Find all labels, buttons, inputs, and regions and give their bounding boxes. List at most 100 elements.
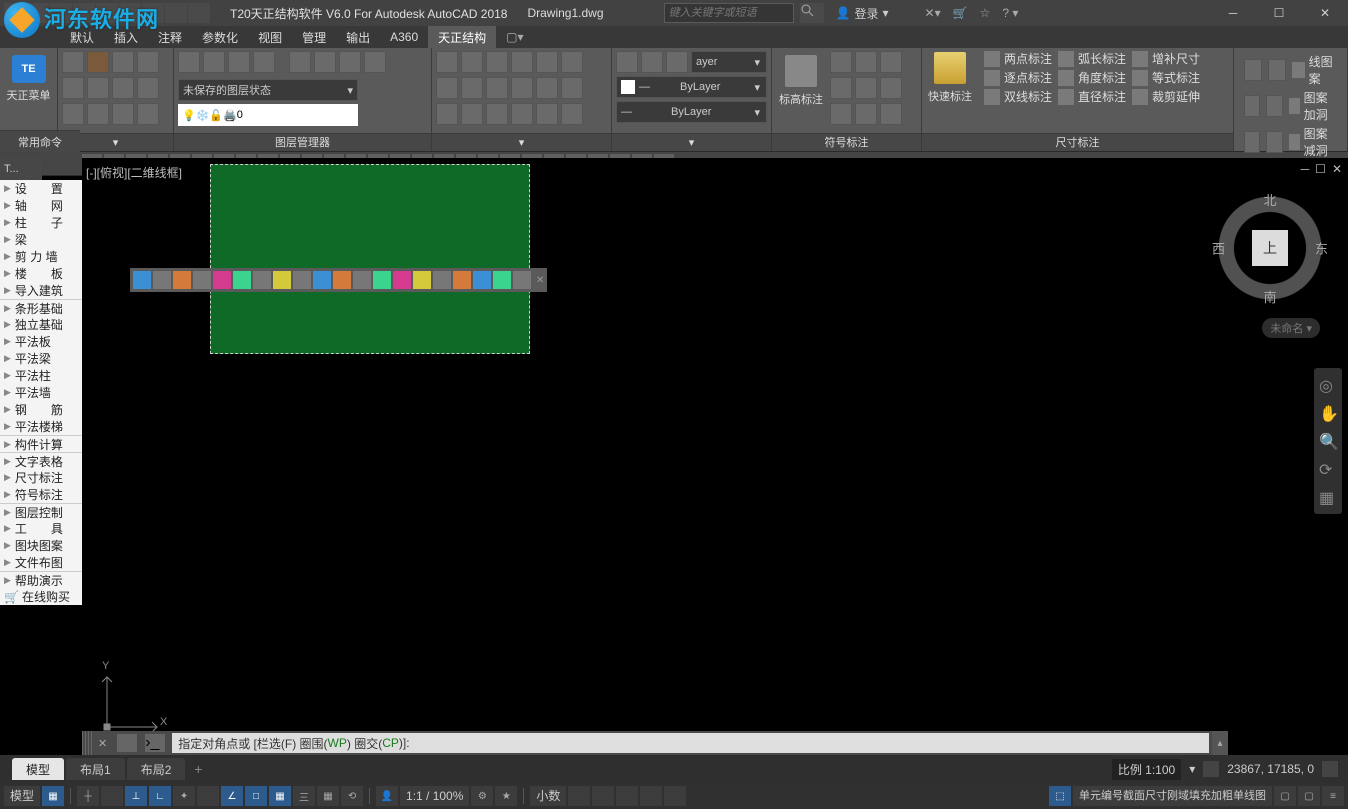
tab-a360[interactable]: A360 — [380, 27, 428, 47]
sidemenu-item[interactable]: ▶平法墙 — [0, 384, 82, 401]
dim-trim[interactable]: 裁剪延伸 — [1132, 88, 1200, 105]
tool-btn[interactable] — [561, 77, 583, 99]
sb-2d[interactable]: ▦ — [269, 786, 291, 806]
sym-btn[interactable] — [830, 103, 852, 125]
dim-add[interactable]: 增补尺寸 — [1132, 50, 1200, 67]
ft-btn[interactable] — [313, 271, 331, 289]
ft-btn[interactable] — [413, 271, 431, 289]
sb-r-btn[interactable]: ▢ — [1298, 786, 1320, 806]
sidemenu-item[interactable]: ▶钢 筋 — [0, 401, 82, 418]
layer-current-dropdown[interactable]: 💡❄️🔓🖨️ 0 — [178, 104, 358, 126]
ft-btn[interactable] — [333, 271, 351, 289]
ft-btn[interactable] — [353, 271, 371, 289]
sym-btn[interactable] — [830, 51, 852, 73]
floating-toolbar[interactable]: ✕ — [130, 268, 547, 292]
ft-btn[interactable] — [273, 271, 291, 289]
ft-btn[interactable] — [193, 271, 211, 289]
viewcube-top[interactable]: 上 — [1252, 230, 1288, 266]
sb-customize-icon[interactable]: ≡ — [1322, 786, 1344, 806]
layer-btn[interactable] — [314, 51, 336, 73]
tool-btn[interactable] — [536, 77, 558, 99]
tool-btn[interactable] — [436, 103, 458, 125]
sidemenu-item[interactable]: ▶图层控制 — [0, 503, 82, 520]
sidemenu-item[interactable]: ▶独立基础 — [0, 316, 82, 333]
sb-polar[interactable]: ✦ — [173, 786, 195, 806]
app-menu-button[interactable] — [4, 3, 26, 23]
sidemenu-item[interactable]: ▶平法梁 — [0, 350, 82, 367]
elevation-dim-button[interactable]: 标高标注 — [776, 51, 826, 111]
sidemenu-item[interactable]: ▶帮助演示 — [0, 571, 82, 588]
sb-r-btn[interactable]: ⬚ — [1049, 786, 1071, 806]
fill-btn[interactable] — [1266, 131, 1282, 153]
tool-btn[interactable] — [436, 77, 458, 99]
qat-saveas[interactable] — [96, 3, 118, 23]
command-input[interactable]: 指定对角点或 [栏选(F) 圈围(WP) 圈交(CP)]: — [172, 733, 1209, 753]
tool-btn[interactable] — [461, 77, 483, 99]
sidemenu-item[interactable]: ▶文字表格 — [0, 452, 82, 469]
sb-btn[interactable] — [616, 786, 638, 806]
tool-btn[interactable] — [561, 51, 583, 73]
cmd-btn[interactable] — [62, 51, 84, 73]
nav-orbit-icon[interactable]: ⟳ — [1319, 460, 1337, 478]
nav-showmotion-icon[interactable]: ▦ — [1319, 488, 1337, 506]
tab-tianzheng[interactable]: 天正结构 — [428, 26, 496, 49]
layer-state-dropdown[interactable]: 未保存的图层状态▾ — [178, 79, 358, 101]
vp-minimize[interactable]: ─ — [1301, 162, 1310, 176]
nav-pan-icon[interactable]: ✋ — [1319, 404, 1337, 422]
sidemenu-item[interactable]: ▶图块图案 — [0, 537, 82, 554]
layout-tab-1[interactable]: 布局1 — [66, 758, 125, 780]
sb-iso[interactable] — [197, 786, 219, 806]
drawing-canvas[interactable]: ─ ☐ ✕ [-][俯视][二维线框] ✕ Y X 北 南 东 西 上 未命名 … — [82, 158, 1348, 755]
dim-angle[interactable]: 角度标注 — [1058, 69, 1126, 86]
tab-parametric[interactable]: 参数化 — [192, 26, 248, 49]
cmd-btn[interactable] — [112, 103, 134, 125]
cart-icon[interactable]: 🛒 — [953, 6, 968, 20]
sidemenu-item[interactable]: ▶柱 子 — [0, 214, 82, 231]
tab-manage[interactable]: 管理 — [292, 26, 336, 49]
tab-output[interactable]: 输出 — [336, 26, 380, 49]
fill-btn[interactable] — [1268, 59, 1286, 81]
exchange-icon[interactable]: ✕▾ — [925, 6, 941, 20]
quick-dim-button[interactable]: 快速标注 — [922, 48, 978, 108]
ft-close[interactable]: ✕ — [536, 275, 544, 286]
tool-btn[interactable] — [511, 51, 533, 73]
cmd-btn[interactable] — [137, 103, 159, 125]
viewcube-ucs-tag[interactable]: 未命名 ▾ — [1262, 318, 1320, 338]
sidemenu-item[interactable]: ▶符号标注 — [0, 486, 82, 503]
layout-tab-2[interactable]: 布局2 — [127, 758, 186, 780]
tool-btn[interactable] — [511, 103, 533, 125]
sb-r-btn[interactable]: ▢ — [1274, 786, 1296, 806]
layer-btn[interactable] — [364, 51, 386, 73]
layout-add-button[interactable]: + — [187, 758, 209, 780]
ft-btn[interactable] — [153, 271, 171, 289]
sidemenu-item[interactable]: 🛒在线购买 — [0, 588, 82, 605]
close-button[interactable]: ✕ — [1302, 0, 1348, 26]
sym-btn[interactable] — [855, 77, 877, 99]
sb-gear-icon[interactable]: ⚙ — [471, 786, 493, 806]
sidemenu-item[interactable]: ▶轴 网 — [0, 197, 82, 214]
tz-menu-button[interactable]: 天正菜单 — [4, 51, 53, 107]
prop-btn[interactable] — [666, 51, 688, 73]
sidemenu-item[interactable]: ▶工 具 — [0, 520, 82, 537]
fill-line[interactable]: 线图案 — [1292, 53, 1337, 87]
sidemenu-item[interactable]: ▶平法柱 — [0, 367, 82, 384]
sb-dec[interactable]: 小数 — [530, 786, 566, 806]
sb-btn[interactable] — [664, 786, 686, 806]
fill-btn[interactable] — [1244, 95, 1260, 117]
qat-redo[interactable] — [165, 3, 187, 23]
sb-annoscale-icon[interactable]: 👤 — [376, 786, 398, 806]
qat-open[interactable] — [50, 3, 72, 23]
tool-btn[interactable] — [436, 51, 458, 73]
qat-more[interactable] — [188, 3, 210, 23]
prop-btn[interactable] — [616, 51, 638, 73]
sb-trans[interactable]: ▦ — [317, 786, 339, 806]
sb-snap[interactable]: ┼ — [77, 786, 99, 806]
tab-annotate[interactable]: 注释 — [148, 26, 192, 49]
layer-btn[interactable] — [203, 51, 225, 73]
ft-btn[interactable] — [173, 271, 191, 289]
sidemenu-item[interactable]: ▶构件计算 — [0, 435, 82, 452]
cmd-btn[interactable] — [87, 103, 109, 125]
cmdbar-recent-icon[interactable] — [117, 734, 137, 752]
tab-default[interactable]: 默认 — [60, 26, 104, 49]
sidemenu-item[interactable]: ▶尺寸标注 — [0, 469, 82, 486]
